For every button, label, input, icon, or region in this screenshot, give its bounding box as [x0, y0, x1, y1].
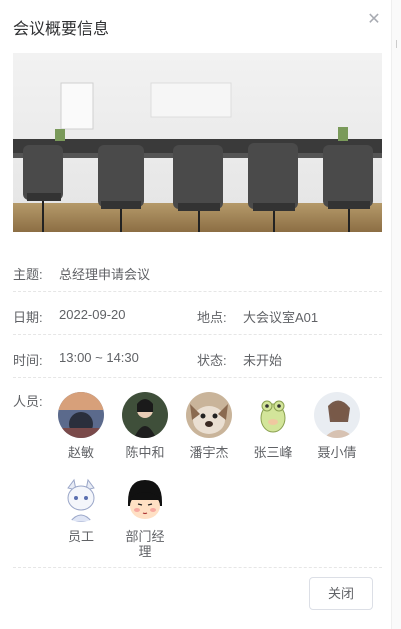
person-item[interactable]: 陈中和	[122, 392, 168, 460]
close-icon[interactable]: ✕	[366, 12, 382, 28]
time-status-row: 时间: 13:00 ~ 14:30 状态: 未开始	[13, 336, 382, 378]
person-item[interactable]: 赵敏	[58, 392, 104, 460]
person-name: 员工	[67, 529, 94, 544]
subject-row: 主题: 总经理申请会议	[13, 250, 382, 292]
status-value: 未开始	[243, 353, 283, 368]
date-label: 日期:	[13, 310, 43, 325]
people-label: 人员:	[13, 394, 43, 409]
footer-divider	[13, 567, 382, 568]
person-item[interactable]: 部门经理	[122, 476, 168, 559]
avatar	[186, 392, 232, 438]
time-value: 13:00 ~ 14:30	[59, 350, 139, 365]
person-item[interactable]: 聂小倩	[314, 392, 360, 460]
dialog-title: 会议概要信息	[13, 21, 110, 38]
meeting-room-photo	[13, 53, 382, 232]
close-button[interactable]: 关闭	[309, 577, 373, 610]
subject-value: 总经理申请会议	[59, 267, 151, 282]
location-value: 大会议室A01	[243, 310, 319, 325]
person-name: 潘宇杰	[189, 445, 229, 460]
person-name: 聂小倩	[317, 445, 357, 460]
avatar	[122, 392, 168, 438]
meeting-summary-dialog: 会议概要信息 ✕ 主题: 总经理申请会议 日期: 2022-09-20 地点: …	[0, 0, 392, 629]
person-name: 陈中和	[125, 445, 165, 460]
person-name: 张三峰	[253, 445, 293, 460]
subject-label: 主题:	[13, 267, 43, 282]
person-item[interactable]: 张三峰	[250, 392, 296, 460]
avatar	[58, 476, 104, 522]
date-location-row: 日期: 2022-09-20 地点: 大会议室A01	[13, 293, 382, 335]
person-name: 赵敏	[67, 445, 94, 460]
status-label: 状态:	[197, 353, 227, 368]
location-label: 地点:	[197, 310, 227, 325]
scrollbar-marker	[396, 40, 397, 48]
person-name: 部门经理	[125, 529, 165, 559]
person-item[interactable]: 潘宇杰	[186, 392, 232, 460]
avatar	[314, 392, 360, 438]
avatar	[122, 476, 168, 522]
date-value: 2022-09-20	[59, 307, 126, 322]
scrollbar-track	[392, 0, 401, 629]
avatar	[250, 392, 296, 438]
time-label: 时间:	[13, 353, 43, 368]
person-item[interactable]: 员工	[58, 476, 104, 544]
avatar	[58, 392, 104, 438]
